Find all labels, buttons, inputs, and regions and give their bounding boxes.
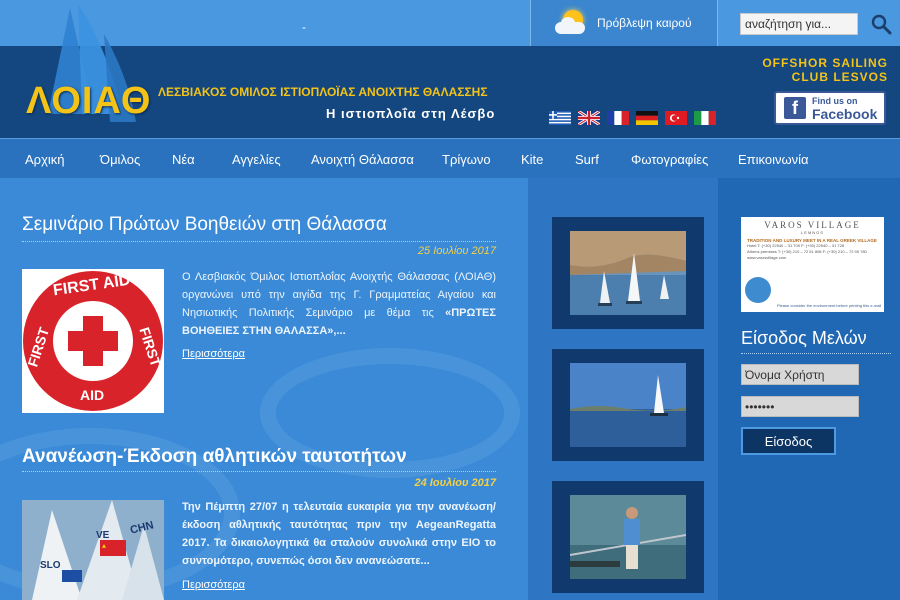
sailboat-sea-photo-icon (570, 363, 686, 447)
article-divider (22, 241, 496, 242)
article-title[interactable]: Ανανέωση-Έκδοση αθλητικών ταυτοτήτων (22, 446, 407, 468)
read-more-link[interactable]: Περισσότερα (182, 579, 245, 591)
sailboats-island-photo-icon (570, 231, 686, 315)
site-header: ΛΟΙΑΘ ΛΕΣΒΙΑΚΟΣ ΟΜΙΛΟΣ ΙΣΤΙΟΠΛΟΪΑΣ ΑΝΟΙΧ… (0, 4, 900, 138)
logo-text[interactable]: ΛΟΙΑΘ (26, 80, 151, 123)
ad-website: www.varosvillage.com (747, 255, 787, 260)
ad-footer: Please consider the environment before p… (777, 303, 882, 308)
facebook-icon: f (784, 97, 806, 119)
french-flag-icon[interactable] (607, 111, 629, 125)
sailboats-photo-icon (22, 500, 164, 600)
read-more-link[interactable]: Περισσότερα (182, 348, 245, 360)
uk-flag-icon[interactable] (578, 111, 600, 125)
article-title[interactable]: Σεμινάριο Πρώτων Βοηθειών στη Θάλασσα (22, 214, 387, 236)
german-flag-icon[interactable] (636, 111, 658, 125)
greek-flag-icon[interactable] (549, 111, 571, 125)
turkish-flag-icon[interactable] (665, 111, 687, 125)
award-badge-icon (745, 277, 771, 303)
main-nav: Αρχική Όμιλος Νέα Αγγελίες Ανοιχτή Θάλασ… (0, 138, 900, 178)
article-thumbnail[interactable]: FIRST AID FIRST FIRST AID (22, 269, 164, 413)
offshore-line-1: OFFSHOR SAILING (762, 56, 888, 70)
ad-title: VAROS VILLAGE (764, 220, 861, 230)
article-date: 25 Ιουλίου 2017 (417, 245, 496, 257)
language-flags (549, 111, 716, 125)
club-title: ΛΕΣΒΙΑΚΟΣ ΟΜΙΛΟΣ ΙΣΤΙΟΠΛΟΪΑΣ ΑΝΟΙΧΤΗΣ ΘΑ… (158, 85, 488, 99)
nav-item-ads[interactable]: Αγγελίες (232, 152, 281, 167)
password-input[interactable] (741, 396, 859, 417)
sail-label-ve: VE (96, 530, 110, 541)
weather-sun-icon (553, 8, 589, 38)
gallery-item[interactable] (552, 349, 704, 461)
article-date: 24 Ιουλίου 2017 (414, 477, 497, 489)
login-button[interactable]: Είσοδος (741, 427, 836, 455)
offshore-club-name: OFFSHOR SAILING CLUB LESVOS (762, 56, 888, 84)
nav-item-home[interactable]: Αρχική (25, 152, 65, 167)
club-subtitle: Η ιστιοπλοΐα στη Λέσβο (326, 106, 496, 121)
article-thumbnail[interactable]: CHN VE SLO (22, 500, 164, 600)
top-dash: - (302, 20, 306, 34)
nav-item-photos[interactable]: Φωτογραφίες (631, 152, 708, 167)
login-title: Είσοδος Μελών (741, 328, 867, 348)
facebook-big-text: Facebook (812, 106, 878, 122)
article-divider (22, 471, 496, 472)
offshore-line-2: CLUB LESVOS (791, 70, 888, 84)
search-input[interactable] (740, 13, 858, 35)
italian-flag-icon[interactable] (694, 111, 716, 125)
article-excerpt: Ο Λεσβιακός Όμιλος Ιστιοπλοΐας Ανοιχτής … (182, 268, 496, 340)
article-excerpt: Την Πέμπτη 27/07 η τελευταία ευκαιρία γι… (182, 501, 496, 567)
nav-item-news[interactable]: Νέα (172, 152, 195, 167)
first-aid-text-bottom: AID (80, 387, 105, 403)
weather-forecast-link[interactable]: Πρόβλεψη καιρού (530, 0, 718, 46)
nav-item-kite[interactable]: Kite (521, 152, 543, 167)
nav-item-surf[interactable]: Surf (575, 152, 599, 167)
facebook-button[interactable]: f Find us on Facebook (774, 91, 886, 125)
login-divider (741, 353, 891, 354)
varos-village-ad[interactable]: VAROS VILLAGE LEMNOS TRADITION AND LUXUR… (741, 217, 884, 312)
search-icon[interactable] (870, 13, 892, 35)
weather-label: Πρόβλεψη καιρού (597, 16, 692, 30)
nav-item-triangle[interactable]: Τρίγωνο (442, 152, 491, 167)
nav-item-open-sea[interactable]: Ανοιχτή Θάλασσα (311, 152, 414, 167)
sail-label-slo: SLO (40, 560, 61, 571)
username-input[interactable] (741, 364, 859, 385)
ad-subtitle: LEMNOS (801, 230, 824, 235)
gallery-item[interactable] (552, 481, 704, 593)
nav-item-club[interactable]: Όμιλος (100, 152, 140, 167)
nav-item-contact[interactable]: Επικοινωνία (738, 152, 809, 167)
sailor-photo-icon (570, 495, 686, 579)
gallery-item[interactable] (552, 217, 704, 329)
sail-logo-icon (48, 4, 136, 122)
